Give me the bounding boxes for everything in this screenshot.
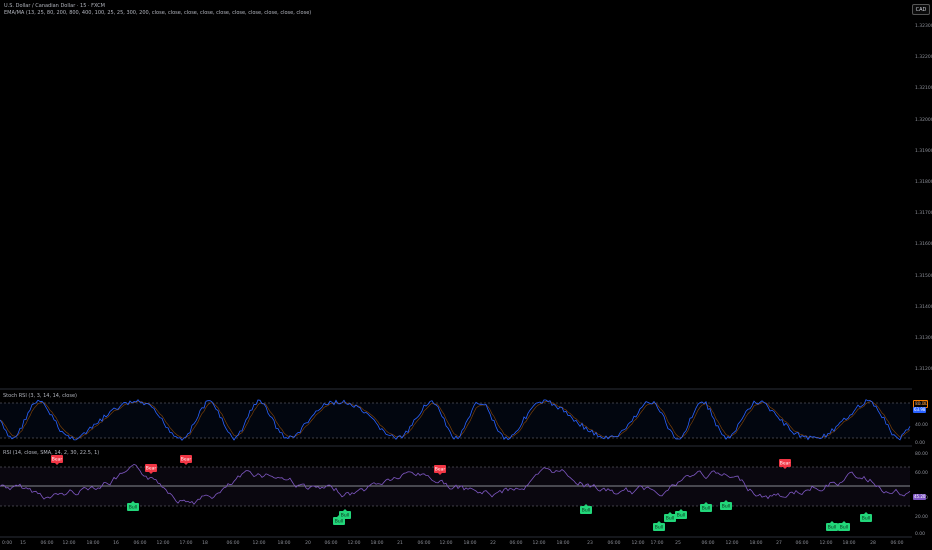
bear-label-text: Bear: [52, 457, 63, 463]
bear-label-text: Bear: [181, 457, 192, 463]
bull-label-text: Bull: [677, 513, 685, 519]
time-axis-label: 06:00: [226, 541, 240, 546]
bear-label-text: Bear: [780, 461, 791, 467]
time-axis-label: 12:00: [631, 541, 645, 546]
time-axis-label: 18:00: [463, 541, 477, 546]
price-axis-label: 1.32200: [915, 55, 932, 61]
price-axis-label: 1.31700: [915, 211, 932, 217]
bull-label-text: Bull: [341, 513, 349, 519]
time-axis-label: 18:00: [842, 541, 856, 546]
bear-label-text: Bear: [435, 467, 446, 473]
chart-canvas[interactable]: BearBearBearBearBearBullBullBullBullBull…: [0, 0, 912, 550]
rsi-value-badge: 45.20: [913, 494, 927, 500]
bull-label[interactable]: Bull: [675, 509, 687, 519]
time-axis-label: 06:00: [701, 541, 715, 546]
bear-label[interactable]: Bear: [180, 455, 192, 465]
bull-label-text: Bull: [129, 505, 137, 511]
price-axis-label: 1.31400: [915, 304, 932, 310]
time-axis-label: 25: [675, 541, 681, 546]
time-axis-label: 0:00: [1, 541, 13, 546]
time-axis-label: 18:00: [556, 541, 570, 546]
time-axis-label: 28: [870, 541, 876, 546]
bull-label[interactable]: Bull: [664, 512, 676, 522]
stoch-legend[interactable]: Stoch RSI (3, 3, 14, 14, close): [3, 393, 77, 399]
rsi-axis-label: 60.00: [915, 471, 928, 476]
bull-label-text: Bull: [335, 519, 343, 525]
time-axis-label: 18:00: [749, 541, 763, 546]
time-axis-label: 12:00: [252, 541, 266, 546]
bull-label-text: Bull: [655, 525, 663, 531]
price-axis-label: 1.31600: [915, 242, 932, 248]
price-axis-label: 1.31800: [915, 180, 932, 185]
time-axis-label: 15: [20, 541, 26, 546]
time-axis-label: 17:00: [650, 541, 664, 546]
rsi-axis-label: 0.00: [915, 532, 926, 537]
price-axis-label: 1.31500: [915, 273, 932, 279]
time-axis-label: 12:00: [62, 541, 76, 546]
time-axis-label: 17:00: [179, 541, 193, 546]
bull-label-text: Bull: [702, 506, 710, 512]
stoch-k-value-badge: 63.98: [913, 407, 927, 413]
time-axis-label: 22: [490, 541, 496, 546]
bull-label[interactable]: Bull: [838, 521, 850, 531]
time-axis-label: 18:00: [277, 541, 291, 546]
time-axis-label: 06:00: [890, 541, 904, 546]
time-axis-label: 12:00: [439, 541, 453, 546]
rsi-axis-label: 80.00: [915, 452, 928, 457]
stoch-band: [0, 403, 910, 438]
time-axis-label: 06:00: [795, 541, 809, 546]
time-axis-label: 06:00: [509, 541, 523, 546]
time-axis-label: 20: [305, 541, 311, 546]
price-axis-label: 1.31300: [915, 336, 932, 341]
bull-label[interactable]: Bull: [653, 521, 665, 531]
time-axis-label: 06:00: [133, 541, 147, 546]
bull-label-text: Bull: [666, 516, 674, 522]
bull-label-text: Bull: [862, 516, 870, 522]
bear-label[interactable]: Bear: [51, 455, 63, 465]
time-axis-label: 12:00: [532, 541, 546, 546]
time-axis-label: 06:00: [417, 541, 431, 546]
time-axis-label: 06:00: [40, 541, 54, 546]
bull-label-text: Bull: [722, 504, 730, 510]
time-axis-label: 12:00: [347, 541, 361, 546]
price-axis-label: 1.32000: [915, 117, 932, 123]
bull-label[interactable]: Bull: [860, 512, 872, 522]
bull-label[interactable]: Bull: [339, 509, 351, 519]
stoch-axis-label: 0.00: [915, 441, 926, 446]
bull-label-text: Bull: [840, 525, 848, 531]
time-axis-label: 06:00: [324, 541, 338, 546]
bull-label[interactable]: Bull: [826, 521, 838, 531]
time-axis-label: 12:00: [725, 541, 739, 546]
time-axis-label: 18:00: [86, 541, 100, 546]
price-axis-label: 1.32300: [915, 24, 932, 29]
stoch-axis-label: 40.00: [915, 423, 928, 428]
price-axis-label: 1.31200: [915, 367, 932, 373]
time-axis-label: 12:00: [819, 541, 833, 546]
time-axis-label: 12:00: [156, 541, 170, 546]
time-axis-label: 18: [202, 541, 208, 546]
rsi-axis-label: 20.00: [915, 515, 928, 520]
bull-label-text: Bull: [582, 508, 590, 514]
time-axis-label: 06:00: [607, 541, 621, 546]
time-axis-label: 16: [113, 541, 119, 546]
price-axis-label: 1.31900: [915, 148, 932, 154]
time-axis-label: 21: [397, 541, 403, 546]
currency-badge[interactable]: CAD: [912, 4, 930, 15]
time-axis-label: 18:00: [370, 541, 384, 546]
time-axis-label: 27: [776, 541, 782, 546]
price-axis-label: 1.32100: [915, 86, 932, 92]
bear-label-text: Bear: [146, 466, 157, 472]
bull-label-text: Bull: [828, 525, 836, 531]
rsi-legend[interactable]: RSI (14, close, SMA, 14, 2, 30, 22.5, 1): [3, 450, 99, 456]
time-axis-label: 23: [587, 541, 593, 546]
